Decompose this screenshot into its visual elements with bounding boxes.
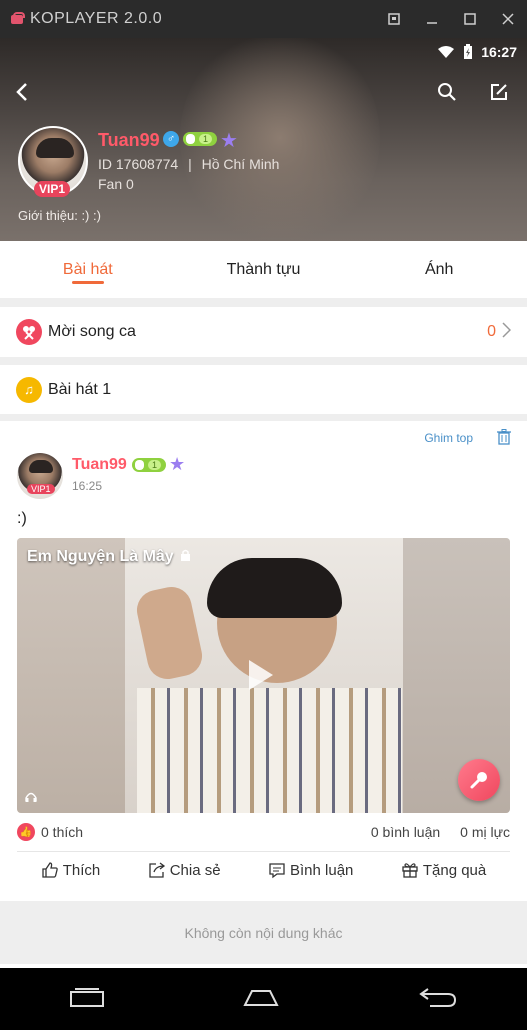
post-stats: 👍 0 thích 0 bình luận 0 mị lực [17, 823, 510, 841]
tab-achievements[interactable]: Thành tựu [176, 241, 352, 298]
profile-header: 16:27 VIP1 Tuan99 ♂ 1 ★ ID 17608774 | Hồ… [0, 38, 527, 241]
section-divider [0, 357, 527, 365]
male-icon: ♂ [163, 131, 179, 147]
tab-photos[interactable]: Ánh [351, 241, 527, 298]
lock-icon [180, 548, 191, 566]
like-button[interactable]: Thích [41, 861, 100, 879]
play-icon[interactable] [249, 660, 273, 690]
comment-button[interactable]: Bình luận [268, 861, 353, 879]
thumbs-up-icon: 👍 [17, 823, 35, 841]
status-time: 16:27 [481, 44, 517, 60]
status-bar: 16:27 [437, 42, 517, 62]
song-post: Ghim top VIP1 Tuan99 1 ★ 16:25 :) Em Ngu… [0, 421, 527, 901]
duet-invite-row[interactable]: Mời song ca 0 [0, 307, 527, 357]
battery-icon [464, 44, 473, 59]
post-vip-badge: VIP1 [27, 484, 55, 494]
song-cover[interactable]: Em Nguyện Là Mây [17, 538, 510, 813]
minimize-icon[interactable] [413, 0, 451, 38]
duet-count: 0 [487, 323, 496, 340]
comment-icon [269, 863, 285, 879]
duet-count-wrap: 0 [487, 321, 512, 343]
star-icon: ★ [169, 454, 186, 474]
user-location: Hồ Chí Minh [201, 156, 280, 172]
likes-count[interactable]: 0 thích [41, 824, 83, 840]
recent-apps-icon[interactable] [69, 987, 105, 1012]
pin-top-link[interactable]: Ghim top [424, 431, 473, 445]
window-controls [375, 0, 527, 38]
trash-icon[interactable] [497, 429, 511, 450]
search-icon[interactable] [437, 82, 457, 107]
divider [17, 851, 510, 852]
post-time: 16:25 [72, 479, 103, 493]
post-content: :) [17, 510, 27, 527]
screenshot-icon[interactable] [375, 0, 413, 38]
post-author-name[interactable]: Tuan99 [72, 456, 127, 474]
back-icon[interactable] [14, 82, 30, 106]
home-icon[interactable] [243, 987, 280, 1012]
maximize-icon[interactable] [451, 0, 489, 38]
star-icon: ★ [220, 130, 238, 152]
sing-mic-button[interactable] [458, 759, 500, 801]
post-actions: Thích Chia sẻ Bình luận Tặng quà [17, 861, 510, 879]
post-level-badge: 1 [132, 458, 166, 472]
wifi-icon [438, 46, 455, 58]
user-id: ID 17608774 [98, 156, 179, 172]
window-title: KOPLAYER 2.0.0 [30, 10, 163, 27]
charm-count[interactable]: 0 mị lực [460, 824, 510, 840]
section-divider [0, 299, 527, 307]
chevron-right-icon [502, 321, 512, 343]
edit-icon[interactable] [489, 82, 509, 107]
music-note-icon: ♫ [16, 376, 42, 403]
intro-text: Giới thiệu: :) :) [18, 208, 101, 223]
end-of-content: Không còn nội dung khác [0, 901, 527, 964]
song-title: Em Nguyện Là Mây [27, 548, 191, 566]
duet-label: Mời song ca [48, 323, 136, 340]
profile-tabs: Bài hát Thành tựu Ánh [0, 241, 527, 299]
mic-icon [186, 134, 195, 144]
close-icon[interactable] [489, 0, 527, 38]
mic-icon [470, 772, 487, 789]
mic-icon [135, 460, 144, 470]
share-button[interactable]: Chia sẻ [148, 861, 221, 879]
koplayer-logo-icon [10, 12, 25, 26]
songs-count-label: Bài hát 1 [48, 380, 112, 398]
headphones-icon [25, 792, 37, 805]
separator: | [188, 156, 192, 172]
fan-count[interactable]: Fan 0 [98, 176, 134, 192]
duet-mic-icon [16, 319, 42, 345]
id-location-line: ID 17608774 | Hồ Chí Minh [98, 156, 279, 172]
vip-badge: VIP1 [34, 181, 71, 197]
top-nav [0, 80, 527, 108]
level-badge: 1 [183, 132, 217, 146]
thumbs-up-outline-icon [42, 862, 58, 878]
emulator-title-bar: KOPLAYER 2.0.0 [0, 0, 527, 38]
songs-header-row: ♫ Bài hát 1 [0, 365, 527, 415]
gift-button[interactable]: Tặng quà [401, 861, 486, 879]
phone-screen: 16:27 VIP1 Tuan99 ♂ 1 ★ ID 17608774 | Hồ… [0, 38, 527, 968]
comments-count[interactable]: 0 bình luận [371, 824, 440, 840]
tab-songs[interactable]: Bài hát [0, 241, 176, 298]
profile-name: Tuan99 [98, 130, 160, 150]
gift-icon [402, 863, 418, 878]
android-nav-bar [0, 968, 527, 1030]
back-nav-icon[interactable] [418, 986, 458, 1013]
share-icon [149, 862, 165, 878]
